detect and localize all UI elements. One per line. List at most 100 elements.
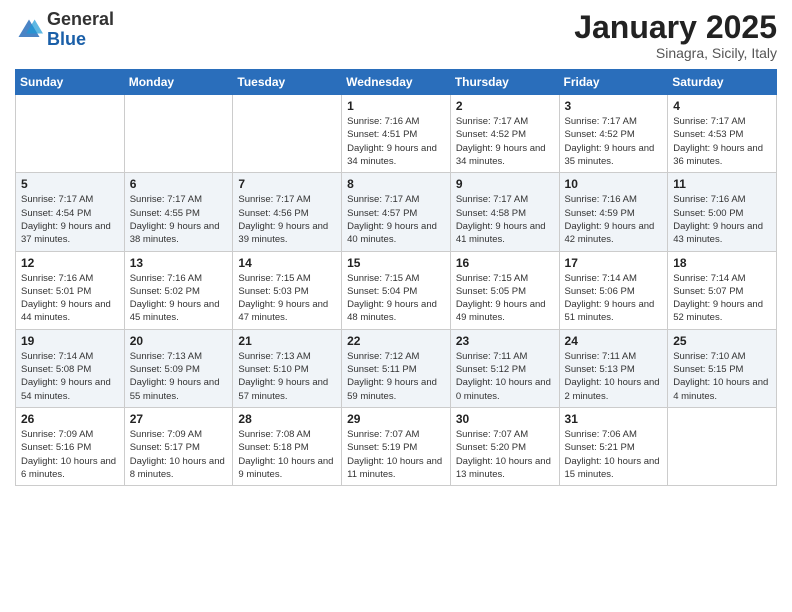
calendar-week-row: 19 Sunrise: 7:14 AMSunset: 5:08 PMDayligh… — [16, 329, 777, 407]
calendar-day-cell: 30 Sunrise: 7:07 AMSunset: 5:20 PMDayligh… — [450, 407, 559, 485]
day-number: 20 — [130, 334, 228, 348]
day-number: 25 — [673, 334, 771, 348]
weekday-row: SundayMondayTuesdayWednesdayThursdayFrid… — [16, 70, 777, 95]
day-number: 31 — [565, 412, 663, 426]
day-number: 16 — [456, 256, 554, 270]
day-number: 24 — [565, 334, 663, 348]
calendar-week-row: 12 Sunrise: 7:16 AMSunset: 5:01 PMDayligh… — [16, 251, 777, 329]
day-number: 3 — [565, 99, 663, 113]
day-number: 29 — [347, 412, 445, 426]
calendar-day-cell: 4 Sunrise: 7:17 AMSunset: 4:53 PMDaylight… — [668, 95, 777, 173]
day-number: 28 — [238, 412, 336, 426]
day-info: Sunrise: 7:07 AMSunset: 5:19 PMDaylight:… — [347, 428, 445, 481]
calendar-day-cell: 29 Sunrise: 7:07 AMSunset: 5:19 PMDayligh… — [342, 407, 451, 485]
calendar-day-cell: 19 Sunrise: 7:14 AMSunset: 5:08 PMDayligh… — [16, 329, 125, 407]
weekday-header: Thursday — [450, 70, 559, 95]
day-info: Sunrise: 7:17 AMSunset: 4:53 PMDaylight:… — [673, 115, 771, 168]
calendar-day-cell: 31 Sunrise: 7:06 AMSunset: 5:21 PMDayligh… — [559, 407, 668, 485]
calendar-day-cell: 21 Sunrise: 7:13 AMSunset: 5:10 PMDayligh… — [233, 329, 342, 407]
day-info: Sunrise: 7:14 AMSunset: 5:06 PMDaylight:… — [565, 272, 663, 325]
calendar-day-cell: 14 Sunrise: 7:15 AMSunset: 5:03 PMDayligh… — [233, 251, 342, 329]
weekday-header: Saturday — [668, 70, 777, 95]
day-number: 9 — [456, 177, 554, 191]
title-block: January 2025 Sinagra, Sicily, Italy — [574, 10, 777, 61]
day-number: 30 — [456, 412, 554, 426]
calendar-day-cell — [124, 95, 233, 173]
calendar-day-cell: 7 Sunrise: 7:17 AMSunset: 4:56 PMDaylight… — [233, 173, 342, 251]
day-number: 2 — [456, 99, 554, 113]
calendar-day-cell: 15 Sunrise: 7:15 AMSunset: 5:04 PMDayligh… — [342, 251, 451, 329]
day-number: 11 — [673, 177, 771, 191]
day-info: Sunrise: 7:08 AMSunset: 5:18 PMDaylight:… — [238, 428, 336, 481]
calendar-day-cell: 28 Sunrise: 7:08 AMSunset: 5:18 PMDayligh… — [233, 407, 342, 485]
calendar-day-cell: 24Sunrise: 7:11 AMSunset: 5:13 PMDayligh… — [559, 329, 668, 407]
header: General Blue January 2025 Sinagra, Sicil… — [15, 10, 777, 61]
day-info: Sunrise: 7:16 AMSunset: 5:02 PMDaylight:… — [130, 272, 228, 325]
calendar-week-row: 26 Sunrise: 7:09 AMSunset: 5:16 PMDayligh… — [16, 407, 777, 485]
day-number: 21 — [238, 334, 336, 348]
day-number: 15 — [347, 256, 445, 270]
day-number: 4 — [673, 99, 771, 113]
day-number: 6 — [130, 177, 228, 191]
calendar: SundayMondayTuesdayWednesdayThursdayFrid… — [15, 69, 777, 486]
month-title: January 2025 — [574, 10, 777, 45]
calendar-week-row: 5Sunrise: 7:17 AMSunset: 4:54 PMDaylight… — [16, 173, 777, 251]
day-number: 5 — [21, 177, 119, 191]
calendar-day-cell: 11 Sunrise: 7:16 AMSunset: 5:00 PMDayligh… — [668, 173, 777, 251]
calendar-day-cell: 25 Sunrise: 7:10 AMSunset: 5:15 PMDayligh… — [668, 329, 777, 407]
day-info: Sunrise: 7:15 AMSunset: 5:04 PMDaylight:… — [347, 272, 445, 325]
weekday-header: Sunday — [16, 70, 125, 95]
calendar-day-cell: 5Sunrise: 7:17 AMSunset: 4:54 PMDaylight… — [16, 173, 125, 251]
calendar-day-cell: 3 Sunrise: 7:17 AMSunset: 4:52 PMDaylight… — [559, 95, 668, 173]
day-number: 18 — [673, 256, 771, 270]
calendar-day-cell: 22Sunrise: 7:12 AMSunset: 5:11 PMDayligh… — [342, 329, 451, 407]
day-info: Sunrise: 7:16 AMSunset: 5:00 PMDaylight:… — [673, 193, 771, 246]
weekday-header: Friday — [559, 70, 668, 95]
day-info: Sunrise: 7:16 AMSunset: 5:01 PMDaylight:… — [21, 272, 119, 325]
day-number: 26 — [21, 412, 119, 426]
day-info: Sunrise: 7:10 AMSunset: 5:15 PMDaylight:… — [673, 350, 771, 403]
calendar-day-cell: 17 Sunrise: 7:14 AMSunset: 5:06 PMDayligh… — [559, 251, 668, 329]
calendar-day-cell: 18Sunrise: 7:14 AMSunset: 5:07 PMDayligh… — [668, 251, 777, 329]
day-number: 17 — [565, 256, 663, 270]
weekday-header: Monday — [124, 70, 233, 95]
logo-general: General — [47, 10, 114, 30]
day-info: Sunrise: 7:13 AMSunset: 5:09 PMDaylight:… — [130, 350, 228, 403]
day-number: 13 — [130, 256, 228, 270]
day-info: Sunrise: 7:17 AMSunset: 4:52 PMDaylight:… — [456, 115, 554, 168]
day-info: Sunrise: 7:07 AMSunset: 5:20 PMDaylight:… — [456, 428, 554, 481]
day-info: Sunrise: 7:15 AMSunset: 5:05 PMDaylight:… — [456, 272, 554, 325]
calendar-header: SundayMondayTuesdayWednesdayThursdayFrid… — [16, 70, 777, 95]
day-number: 14 — [238, 256, 336, 270]
location-subtitle: Sinagra, Sicily, Italy — [574, 45, 777, 61]
day-info: Sunrise: 7:06 AMSunset: 5:21 PMDaylight:… — [565, 428, 663, 481]
calendar-day-cell: 2 Sunrise: 7:17 AMSunset: 4:52 PMDaylight… — [450, 95, 559, 173]
calendar-day-cell: 23Sunrise: 7:11 AMSunset: 5:12 PMDayligh… — [450, 329, 559, 407]
day-number: 22 — [347, 334, 445, 348]
day-number: 8 — [347, 177, 445, 191]
calendar-day-cell: 1Sunrise: 7:16 AMSunset: 4:51 PMDaylight… — [342, 95, 451, 173]
calendar-day-cell: 26 Sunrise: 7:09 AMSunset: 5:16 PMDayligh… — [16, 407, 125, 485]
logo-icon — [15, 16, 43, 44]
calendar-day-cell — [16, 95, 125, 173]
weekday-header: Tuesday — [233, 70, 342, 95]
day-info: Sunrise: 7:09 AMSunset: 5:17 PMDaylight:… — [130, 428, 228, 481]
day-info: Sunrise: 7:15 AMSunset: 5:03 PMDaylight:… — [238, 272, 336, 325]
day-number: 7 — [238, 177, 336, 191]
calendar-day-cell: 20 Sunrise: 7:13 AMSunset: 5:09 PMDayligh… — [124, 329, 233, 407]
calendar-day-cell: 10Sunrise: 7:16 AMSunset: 4:59 PMDayligh… — [559, 173, 668, 251]
day-info: Sunrise: 7:17 AMSunset: 4:58 PMDaylight:… — [456, 193, 554, 246]
calendar-day-cell: 13 Sunrise: 7:16 AMSunset: 5:02 PMDayligh… — [124, 251, 233, 329]
day-info: Sunrise: 7:14 AMSunset: 5:08 PMDaylight:… — [21, 350, 119, 403]
calendar-body: 1Sunrise: 7:16 AMSunset: 4:51 PMDaylight… — [16, 95, 777, 486]
day-info: Sunrise: 7:17 AMSunset: 4:52 PMDaylight:… — [565, 115, 663, 168]
day-info: Sunrise: 7:09 AMSunset: 5:16 PMDaylight:… — [21, 428, 119, 481]
day-info: Sunrise: 7:13 AMSunset: 5:10 PMDaylight:… — [238, 350, 336, 403]
logo-blue: Blue — [47, 30, 114, 50]
calendar-day-cell — [668, 407, 777, 485]
calendar-day-cell — [233, 95, 342, 173]
day-number: 12 — [21, 256, 119, 270]
day-number: 19 — [21, 334, 119, 348]
day-info: Sunrise: 7:16 AMSunset: 4:51 PMDaylight:… — [347, 115, 445, 168]
day-info: Sunrise: 7:17 AMSunset: 4:56 PMDaylight:… — [238, 193, 336, 246]
